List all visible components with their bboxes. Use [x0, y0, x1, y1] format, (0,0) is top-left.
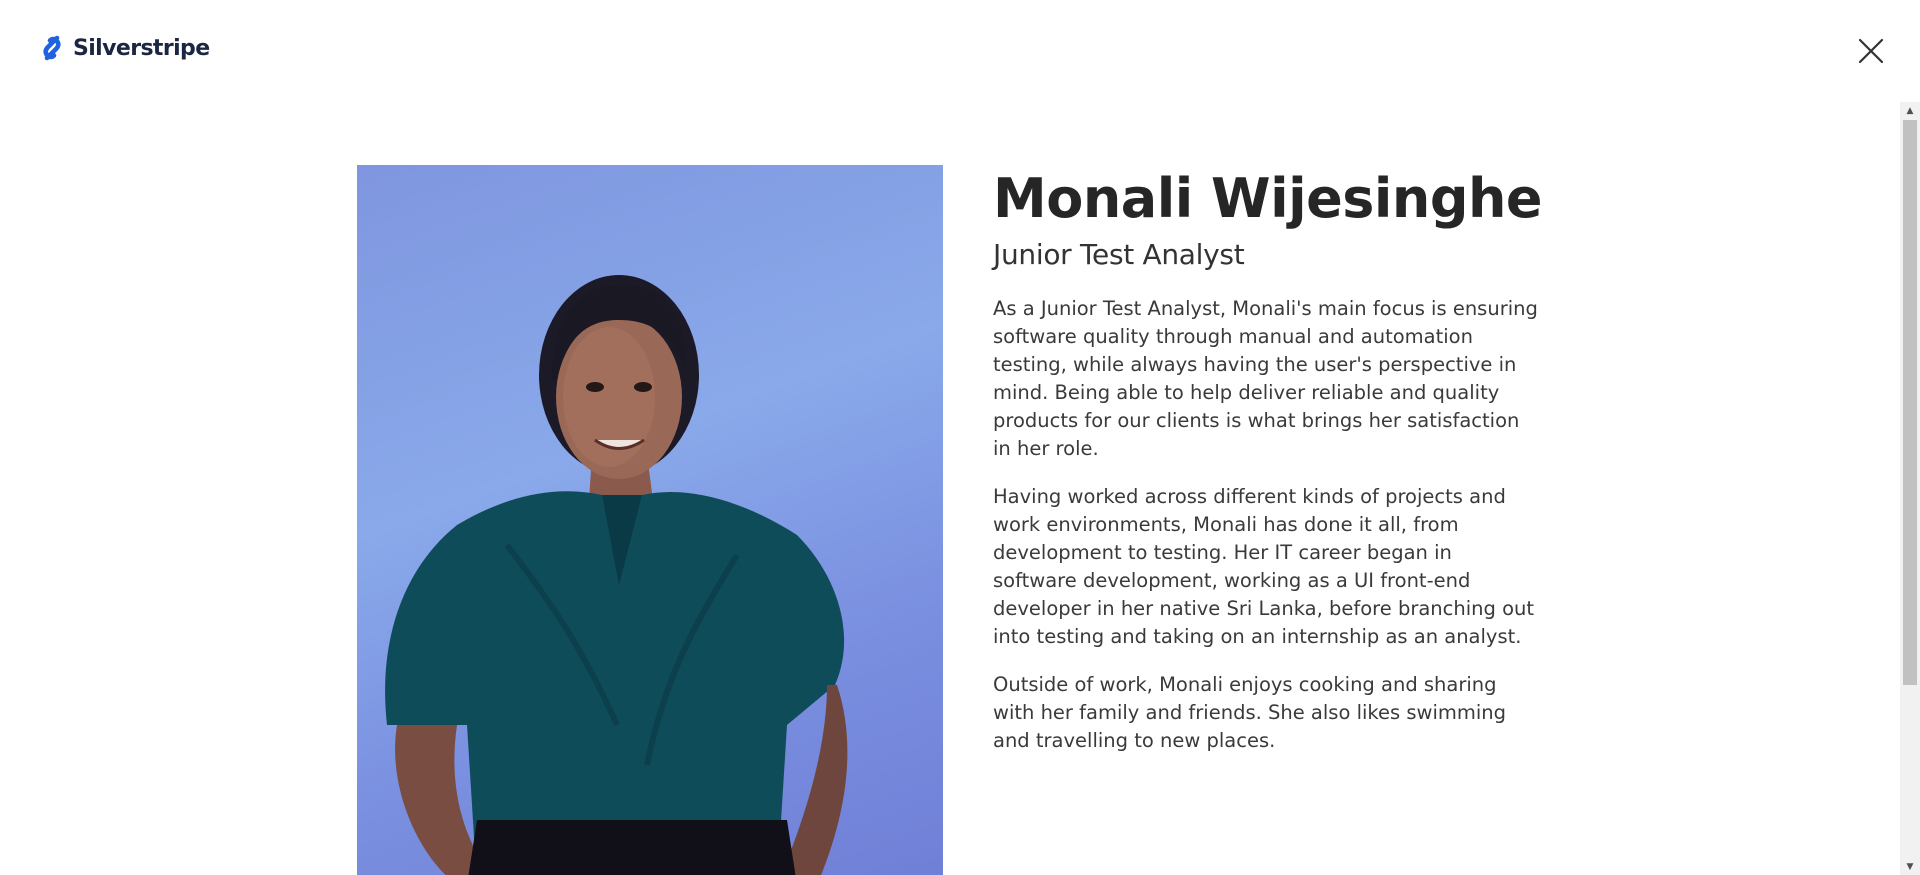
modal-content: Monali Wijesinghe Junior Test Analyst As…	[0, 102, 1920, 875]
member-name: Monali Wijesinghe	[993, 167, 1543, 230]
close-button[interactable]	[1854, 34, 1888, 68]
close-icon	[1858, 38, 1884, 64]
profile-bio: Monali Wijesinghe Junior Test Analyst As…	[993, 167, 1553, 755]
bio-paragraph: As a Junior Test Analyst, Monali's main …	[993, 297, 1538, 460]
scroll-up-arrow-icon[interactable]: ▲	[1900, 102, 1920, 119]
bio-paragraph: Having worked across different kinds of …	[993, 485, 1535, 648]
scroll-down-arrow-icon[interactable]: ▼	[1900, 858, 1920, 875]
silverstripe-s-icon	[43, 35, 61, 61]
member-role: Junior Test Analyst	[993, 238, 1245, 271]
portrait-illustration	[385, 275, 848, 875]
bio-paragraph: Outside of work, Monali enjoys cooking a…	[993, 673, 1507, 752]
profile-photo	[357, 165, 943, 875]
team-member-modal: Silverstripe Monali Wijesinghe Junior Te…	[0, 0, 1920, 875]
vertical-scrollbar[interactable]: ▲ ▼	[1900, 102, 1920, 875]
scroll-thumb[interactable]	[1903, 120, 1917, 685]
logo-wordmark: Silverstripe	[73, 35, 210, 61]
silverstripe-logo[interactable]: Silverstripe	[37, 33, 210, 63]
